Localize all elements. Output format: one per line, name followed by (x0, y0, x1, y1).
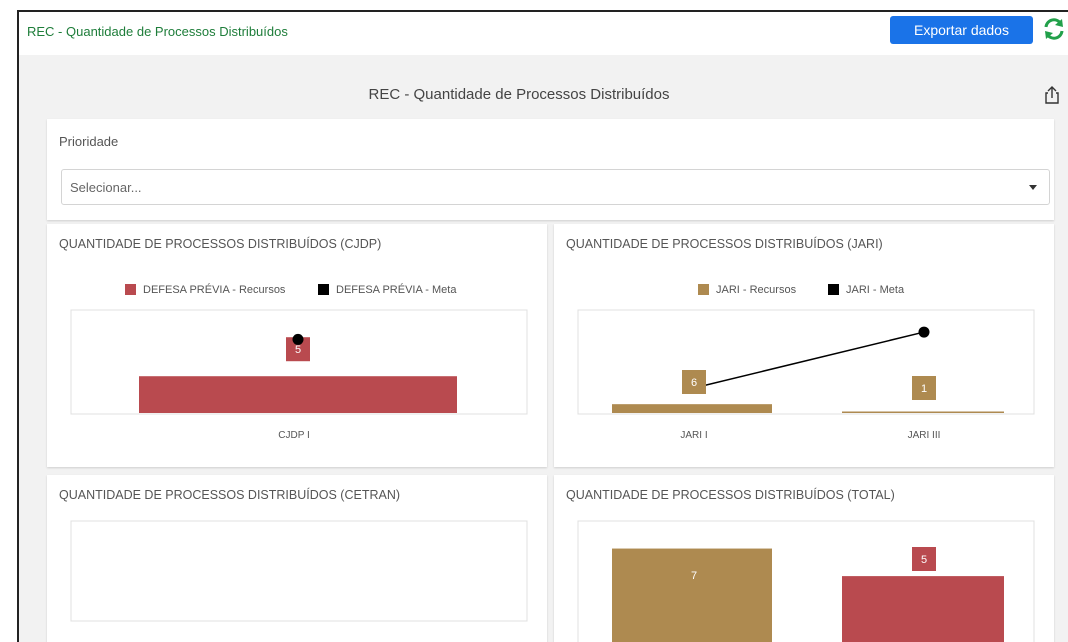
priority-select[interactable]: Selecionar... (61, 169, 1050, 205)
data-label: 5 (921, 554, 927, 566)
bar[interactable] (612, 548, 772, 642)
priority-label: Prioridade (59, 134, 119, 149)
legend-label: DEFESA PRÉVIA - Meta (336, 283, 457, 296)
chart-card-cjdp: QUANTIDADE DE PROCESSOS DISTRIBUÍDOS (CJ… (47, 224, 547, 467)
chevron-down-icon (1029, 185, 1037, 190)
legend-swatch (318, 284, 329, 295)
x-tick-label: JARI III (908, 430, 941, 441)
legend-swatch (125, 284, 136, 295)
bar[interactable] (612, 404, 772, 413)
chart-card-jari: QUANTIDADE DE PROCESSOS DISTRIBUÍDOS (JA… (554, 224, 1054, 467)
chart-cjdp: DEFESA PRÉVIA - Recursos DEFESA PRÉVIA -… (70, 283, 528, 441)
priority-select-placeholder: Selecionar... (70, 180, 142, 195)
legend-label: JARI - Recursos (716, 284, 797, 296)
meta-point[interactable] (292, 333, 304, 345)
plot-area (577, 309, 1035, 415)
app-title: REC - Quantidade de Processos Distribuíd… (27, 24, 288, 39)
meta-point[interactable] (918, 326, 930, 338)
legend-label: DEFESA PRÉVIA - Recursos (143, 283, 286, 296)
legend-label: JARI - Meta (846, 284, 905, 296)
chart-card-cetran: QUANTIDADE DE PROCESSOS DISTRIBUÍDOS (CE… (47, 475, 547, 642)
data-label: 7 (691, 570, 697, 582)
data-label: 1 (921, 383, 927, 395)
legend-swatch (828, 284, 839, 295)
report-title: REC - Quantidade de Processos Distribuíd… (368, 86, 670, 103)
data-label: 5 (295, 344, 301, 356)
top-bar: REC - Quantidade de Processos Distribuíd… (19, 12, 1068, 55)
share-icon[interactable] (1042, 85, 1062, 105)
bar[interactable] (842, 411, 1004, 414)
x-tick-label: CJDP I (278, 430, 310, 441)
legend-swatch (698, 284, 709, 295)
data-label: 6 (691, 377, 697, 389)
bar[interactable] (842, 576, 1004, 642)
app-frame: REC - Quantidade de Processos Distribuíd… (17, 10, 1068, 642)
chart-total: 75 (577, 520, 1035, 642)
chart-cetran (70, 520, 528, 622)
priority-filter-card: Prioridade Selecionar... (47, 119, 1054, 220)
meta-line (693, 331, 925, 389)
bar[interactable] (139, 376, 457, 413)
chart-jari: JARI - Recursos JARI - Meta 6 1 JARI I JA… (577, 284, 1035, 441)
refresh-icon[interactable] (1041, 16, 1067, 42)
chart-card-total: QUANTIDADE DE PROCESSOS DISTRIBUÍDOS (TO… (554, 475, 1054, 642)
x-tick-label: JARI I (680, 430, 707, 441)
export-data-button[interactable]: Exportar dados (890, 16, 1033, 44)
plot-area (70, 520, 528, 622)
